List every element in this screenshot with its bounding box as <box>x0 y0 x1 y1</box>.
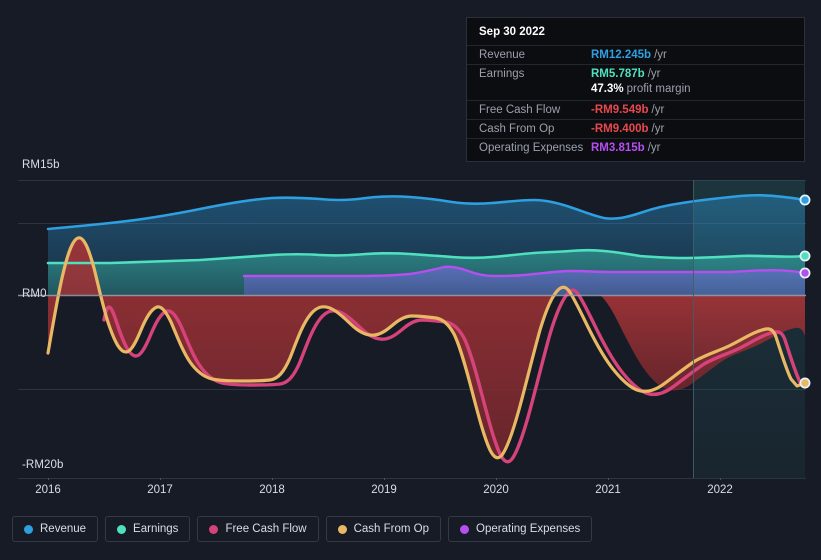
tooltip-row-unit: /yr <box>654 49 667 61</box>
y-axis-label-min: -RM20b <box>22 459 64 471</box>
legend-item-operating-expenses[interactable]: Operating Expenses <box>448 516 593 542</box>
tooltip-row-unit: /yr <box>651 123 665 135</box>
tooltip-row: Revenue RM12.245b/yr <box>467 45 804 64</box>
tooltip-row-value: RM12.245b/yr <box>591 49 667 61</box>
x-axis-label-2022: 2022 <box>707 484 733 496</box>
legend-color-dot-icon <box>117 524 127 534</box>
tooltip-row: 47.3% profit margin <box>467 83 804 100</box>
legend-color-dot-icon <box>209 524 219 534</box>
legend-color-dot-icon <box>460 524 470 534</box>
tooltip-row-value: 47.3% profit margin <box>591 83 691 95</box>
operating-expenses-endpoint <box>799 267 811 279</box>
tooltip-row: Cash From Op -RM9.400b/yr <box>467 119 804 138</box>
x-axis-label-2016: 2016 <box>35 484 61 496</box>
chart-tooltip: Sep 30 2022 Revenue RM12.245b/yr Earnings R… <box>466 17 805 162</box>
tooltip-row-label: Free Cash Flow <box>479 104 561 116</box>
legend-color-dot-icon <box>337 524 347 534</box>
x-axis-label-2018: 2018 <box>259 484 285 496</box>
tooltip-rows: Revenue RM12.245b/yr Earnings RM5.787b/yr 47… <box>467 45 804 157</box>
legend-item-label: Cash From Op <box>353 523 430 535</box>
tooltip-row-unit: /yr <box>647 142 661 154</box>
revenue-endpoint <box>799 194 811 206</box>
tooltip-row-value: -RM9.400b/yr <box>591 123 665 135</box>
tooltip-row-unit: /yr <box>651 104 665 116</box>
cash-from-op-endpoint <box>799 377 811 389</box>
tooltip-row-value: -RM9.549b/yr <box>591 104 665 116</box>
legend-item-label: Earnings <box>133 523 179 535</box>
tooltip-row-value: RM3.815b/yr <box>591 142 661 154</box>
legend-item-label: Operating Expenses <box>476 523 581 535</box>
tooltip-row-label: Earnings <box>479 68 525 80</box>
y-axis-label-zero: RM0 <box>22 288 47 300</box>
tooltip-row-label: Cash From Op <box>479 123 555 135</box>
x-axis-label-2020: 2020 <box>483 484 509 496</box>
x-axis-label-2021: 2021 <box>595 484 621 496</box>
financial-performance-chart: RM15b RM0 -RM20b 2016 2017 2018 2019 202… <box>0 0 821 560</box>
legend-item-free-cash-flow[interactable]: Free Cash Flow <box>197 516 319 542</box>
tooltip-date: Sep 30 2022 <box>479 26 545 38</box>
tooltip-row-label: Operating Expenses <box>479 142 584 154</box>
earnings-endpoint <box>799 250 811 262</box>
y-axis-label-max: RM15b <box>22 159 60 171</box>
tooltip-row-unit: /yr <box>647 68 661 80</box>
tooltip-row: Operating Expenses RM3.815b/yr <box>467 138 804 157</box>
legend-item-label: Free Cash Flow <box>225 523 307 535</box>
tooltip-row: Free Cash Flow -RM9.549b/yr <box>467 100 804 119</box>
x-axis-label-2017: 2017 <box>147 484 173 496</box>
x-axis-label-2019: 2019 <box>371 484 397 496</box>
legend-item-cash-from-op[interactable]: Cash From Op <box>325 516 442 542</box>
legend-color-dot-icon <box>24 524 33 534</box>
chart-legend[interactable]: Revenue Earnings Free Cash Flow Cash From O… <box>12 516 593 542</box>
legend-item-revenue[interactable]: Revenue <box>12 516 99 542</box>
legend-item-earnings[interactable]: Earnings <box>105 516 191 542</box>
tooltip-row-unit: profit margin <box>626 83 691 95</box>
tooltip-row-label: Revenue <box>479 49 526 61</box>
tooltip-row: Earnings RM5.787b/yr <box>467 64 804 83</box>
tooltip-row-value: RM5.787b/yr <box>591 68 661 80</box>
legend-item-label: Revenue <box>40 523 87 535</box>
